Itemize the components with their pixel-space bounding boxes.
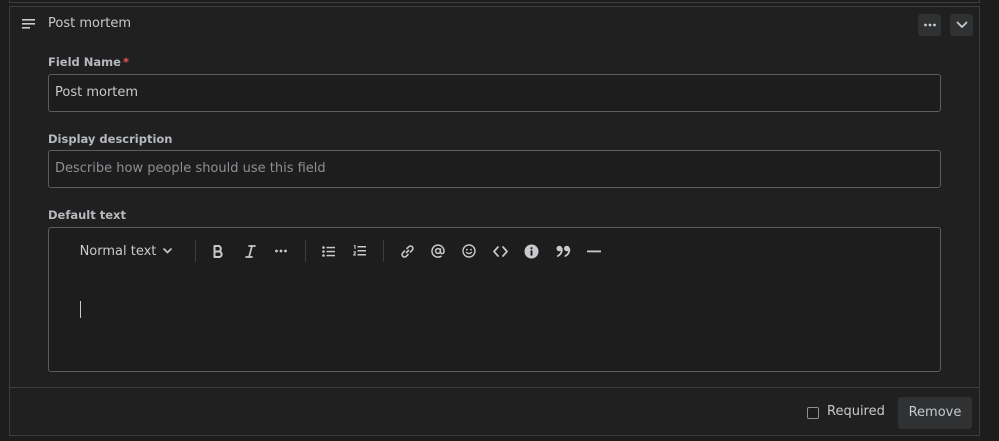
text-cursor [80,301,81,318]
text-style-dropdown[interactable]: Normal text [76,238,176,264]
lines-icon[interactable] [22,18,36,30]
display-description-placeholder: Describe how people should use this fiel… [55,161,326,176]
text-style-label: Normal text [79,243,157,259]
divider-icon [587,250,601,253]
more-formatting-icon [275,249,287,253]
more-button[interactable] [918,14,941,36]
required-marker: * [122,55,129,69]
emoji-button[interactable] [458,238,480,264]
card-title: Post mortem [48,16,132,31]
info-button[interactable] [520,238,542,264]
quote-icon [556,245,571,257]
link-icon [400,244,414,258]
collapse-button[interactable] [950,14,973,36]
divider-button[interactable] [583,238,605,264]
field-name-label-text: Field Name [48,55,121,69]
numbered-list-button[interactable] [348,238,370,264]
field-card: Post mortem Field Name * Post mortem Dis… [9,6,980,436]
toolbar-divider [195,240,196,262]
required-checkbox[interactable] [807,407,819,419]
code-button[interactable] [489,238,511,264]
bold-icon [213,244,224,258]
bullet-list-icon [321,245,335,257]
emoji-icon [462,244,476,258]
previous-card-edge [9,0,980,3]
toolbar-divider [305,240,306,262]
default-text-editor[interactable]: Normal text [48,227,941,372]
italic-icon [244,244,256,258]
mention-icon [431,244,445,258]
numbered-list-icon [352,245,366,257]
card-footer: Required Remove [10,387,979,435]
bullet-list-button[interactable] [317,238,339,264]
field-name-label: Field Name * [48,55,129,69]
bold-button[interactable] [207,238,229,264]
link-button[interactable] [396,238,418,264]
remove-button[interactable]: Remove [898,397,972,429]
display-description-input[interactable]: Describe how people should use this fiel… [48,150,941,188]
card-header: Post mortem [10,7,979,43]
toolbar-divider [383,240,384,262]
code-icon [492,245,508,257]
italic-button[interactable] [239,238,261,264]
chevron-down-icon [163,248,173,254]
editor-toolbar: Normal text [49,238,940,264]
mention-button[interactable] [427,238,449,264]
default-text-label: Default text [48,208,126,222]
field-name-input[interactable]: Post mortem [48,74,941,112]
more-icon [923,23,936,27]
info-icon [524,244,539,259]
more-formatting-button[interactable] [270,238,292,264]
required-label: Required [827,404,885,419]
field-name-value: Post mortem [55,85,139,100]
quote-button[interactable] [552,238,574,264]
display-description-label: Display description [48,132,173,146]
chevron-down-icon [956,21,968,29]
